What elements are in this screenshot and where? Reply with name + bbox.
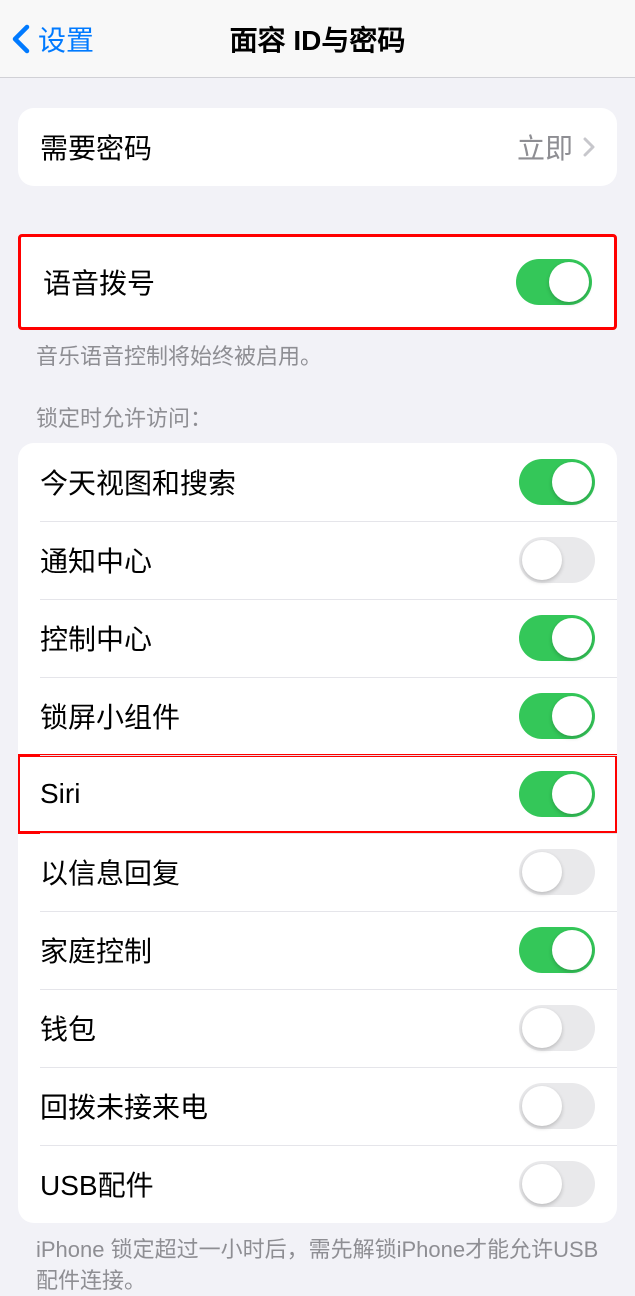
voice-dial-label: 语音拨号 — [43, 262, 155, 302]
locked-item-label: 以信息回复 — [40, 852, 180, 892]
locked-item-toggle[interactable] — [519, 615, 595, 661]
page-title: 面容 ID与密码 — [230, 19, 406, 59]
locked-access-header: 锁定时允许访问： — [0, 373, 635, 443]
voice-dial-row: 语音拨号 — [21, 237, 614, 327]
toggle-knob — [522, 1008, 562, 1048]
voice-dial-toggle[interactable] — [516, 259, 592, 305]
locked-item-row: 以信息回复 — [18, 833, 617, 911]
locked-item-row: USB配件 — [18, 1145, 617, 1223]
locked-item-label: 钱包 — [40, 1008, 96, 1048]
locked-item-toggle[interactable] — [519, 927, 595, 973]
locked-item-label: 家庭控制 — [40, 930, 152, 970]
locked-item-row: 今天视图和搜索 — [18, 443, 617, 521]
toggle-knob — [552, 618, 592, 658]
toggle-knob — [552, 696, 592, 736]
locked-item-label: 通知中心 — [40, 540, 152, 580]
locked-item-toggle[interactable] — [519, 1083, 595, 1129]
toggle-knob — [522, 540, 562, 580]
require-passcode-value: 立即 — [517, 127, 573, 167]
locked-item-row: 家庭控制 — [18, 911, 617, 989]
locked-item-label: 回拨未接来电 — [40, 1086, 208, 1126]
locked-item-toggle[interactable] — [519, 849, 595, 895]
locked-item-label: 控制中心 — [40, 618, 152, 658]
toggle-knob — [552, 930, 592, 970]
back-button[interactable]: 设置 — [0, 19, 94, 59]
voice-dial-footer: 音乐语音控制将始终被启用。 — [0, 330, 635, 373]
toggle-knob — [522, 1164, 562, 1204]
locked-item-row: 通知中心 — [18, 521, 617, 599]
toggle-knob — [552, 462, 592, 502]
locked-item-row: 钱包 — [18, 989, 617, 1067]
locked-item-row: 控制中心 — [18, 599, 617, 677]
nav-bar: 设置 面容 ID与密码 — [0, 0, 635, 78]
chevron-left-icon — [12, 24, 30, 54]
locked-item-toggle[interactable] — [519, 1005, 595, 1051]
locked-item-label: 锁屏小组件 — [40, 696, 180, 736]
voice-dial-section: 语音拨号 — [18, 234, 617, 330]
passcode-section: 需要密码 立即 — [18, 108, 617, 186]
require-passcode-label: 需要密码 — [40, 127, 152, 167]
locked-item-label: Siri — [40, 778, 80, 810]
locked-item-toggle[interactable] — [519, 537, 595, 583]
locked-item-label: USB配件 — [40, 1164, 154, 1204]
locked-item-toggle[interactable] — [519, 459, 595, 505]
toggle-knob — [549, 262, 589, 302]
locked-item-toggle[interactable] — [519, 771, 595, 817]
locked-item-toggle[interactable] — [519, 693, 595, 739]
locked-item-toggle[interactable] — [519, 1161, 595, 1207]
locked-access-section: 今天视图和搜索通知中心控制中心锁屏小组件 Siri 以信息回复家庭控制钱包回拨未接来… — [18, 443, 617, 1223]
row-right: 立即 — [517, 127, 595, 167]
locked-item-row: 锁屏小组件 — [18, 677, 617, 755]
toggle-knob — [522, 852, 562, 892]
back-label: 设置 — [38, 19, 94, 59]
require-passcode-row[interactable]: 需要密码 立即 — [18, 108, 617, 186]
locked-item-row: 回拨未接来电 — [18, 1067, 617, 1145]
toggle-knob — [552, 774, 592, 814]
locked-item-row: Siri — [18, 755, 617, 833]
locked-item-label: 今天视图和搜索 — [40, 462, 236, 502]
usb-footer: iPhone 锁定超过一小时后，需先解锁iPhone才能允许USB 配件连接。 — [0, 1223, 635, 1296]
chevron-right-icon — [583, 137, 595, 157]
toggle-knob — [522, 1086, 562, 1126]
